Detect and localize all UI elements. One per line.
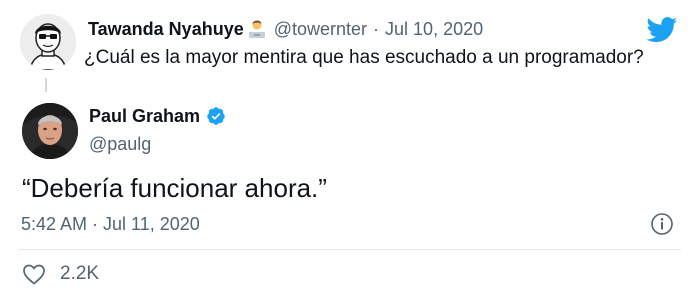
tweet-author-row: Paul Graham bbox=[89, 104, 226, 128]
divider bbox=[19, 249, 681, 250]
tweet-text: “Debería funcionar ahora.” bbox=[22, 173, 327, 203]
info-icon[interactable] bbox=[650, 212, 674, 236]
reply-author-handle[interactable]: @towernter bbox=[274, 18, 367, 40]
reply-author-avatar[interactable] bbox=[20, 14, 76, 70]
tweet-author-avatar[interactable] bbox=[22, 103, 78, 159]
reply-context-text: ¿Cuál es la mayor mentira que has escuch… bbox=[84, 47, 644, 68]
heart-icon[interactable] bbox=[22, 263, 46, 285]
reply-date[interactable]: Jul 10, 2020 bbox=[385, 18, 483, 40]
tweet-author-handle[interactable]: @paulg bbox=[89, 132, 151, 156]
like-count[interactable]: 2.2K bbox=[60, 261, 99, 287]
tweet-author-name[interactable]: Paul Graham bbox=[89, 104, 200, 128]
meta-separator: · bbox=[373, 19, 380, 39]
reply-author-row: Tawanda Nyahuye @towernter · Jul 10, 202… bbox=[88, 18, 483, 40]
tweet-timestamp[interactable]: 5:42 AM · Jul 11, 2020 bbox=[21, 211, 200, 237]
technologist-emoji-icon bbox=[248, 20, 265, 38]
reply-author-name[interactable]: Tawanda Nyahuye bbox=[88, 18, 244, 40]
reply-context: Tawanda Nyahuye @towernter · Jul 10, 202… bbox=[0, 0, 700, 92]
twitter-bird-icon bbox=[646, 17, 678, 43]
verified-badge-icon bbox=[207, 107, 225, 125]
thread-connector-line bbox=[45, 78, 47, 92]
